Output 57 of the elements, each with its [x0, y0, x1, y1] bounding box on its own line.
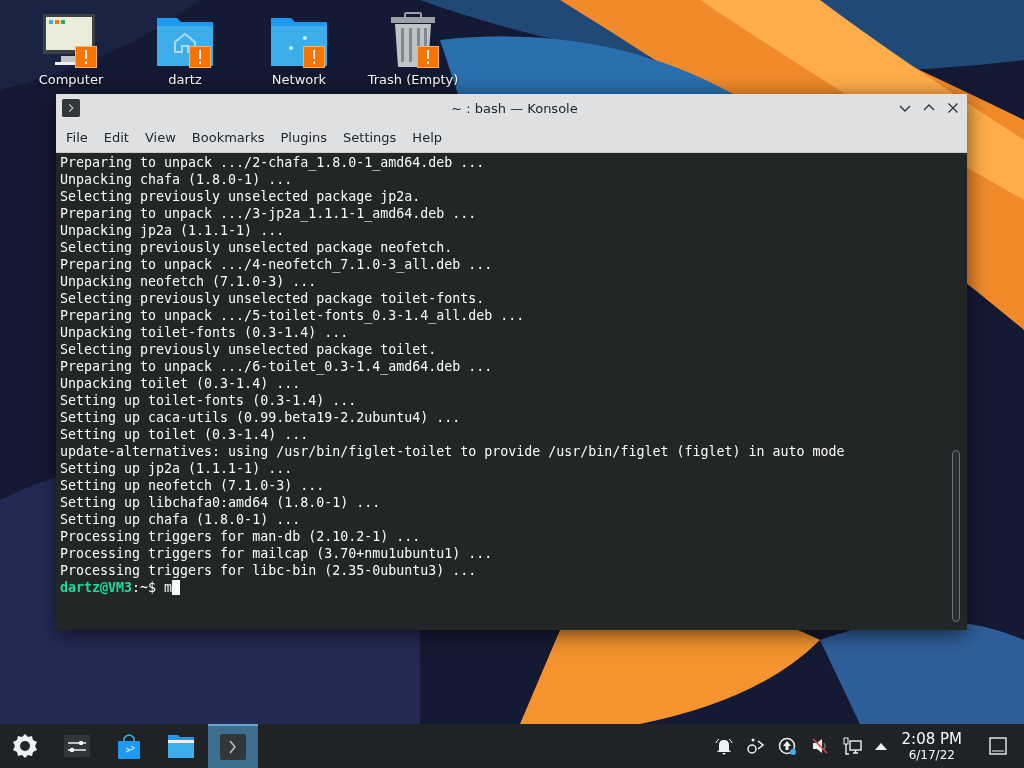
clock-time[interactable]: 2:08 PM [901, 730, 962, 748]
terminal-line: Selecting previously unselected package jp2a. [60, 188, 422, 205]
terminal-line: Setting up chafa (1.8.0-1) ... [60, 511, 302, 528]
terminal-line: Setting up toilet-fonts (0.3-1.4) ... [60, 392, 358, 409]
gear-icon [11, 732, 39, 760]
menu-item[interactable]: Settings [335, 125, 405, 149]
terminal-line: update-alternatives: using /usr/bin/figlet-toilet to provide /usr/bin/figlet (figlet) in auto mode [60, 443, 846, 460]
terminal-line: Unpacking toilet (0.3-1.4) ... [60, 375, 302, 392]
sliders-icon [63, 732, 91, 760]
terminal-line: Processing triggers for libc-bin (2.35-0ubuntu3) ... [60, 562, 478, 579]
terminal-line: Unpacking jp2a (1.1.1-1) ... [60, 222, 286, 239]
wired-network-icon[interactable] [841, 736, 862, 756]
terminal-app-icon [62, 99, 80, 117]
text-cursor [172, 580, 181, 595]
terminal-line: Preparing to unpack .../6-toilet_0.3-1.4_amd64.deb ... [60, 358, 494, 375]
prompt-path: :~$ [132, 580, 157, 595]
terminal-line: Setting up libchafa0:amd64 (1.8.0-1) ... [60, 494, 382, 511]
terminal-line: Setting up toilet (0.3-1.4) ... [60, 426, 310, 443]
terminal-line: Processing triggers for man-db (2.10.2-1) ... [60, 528, 422, 545]
terminal-line: Setting up neofetch (7.1.0-3) ... [60, 477, 326, 494]
prompt-user: dartz@VM3 [60, 580, 133, 595]
terminal-line: Unpacking neofetch (7.1.0-3) ... [60, 273, 318, 290]
expand-arrow-icon[interactable] [873, 741, 888, 751]
bell-icon[interactable] [713, 736, 734, 756]
terminal-line: Selecting previously unselected package toilet-fonts. [60, 290, 486, 307]
terminal-line: Setting up jp2a (1.1.1-1) ... [60, 460, 294, 477]
terminal-line: Setting up caca-utils (0.99.beta19-2.2ubuntu4) ... [60, 409, 462, 426]
clock-date[interactable]: 6/17/22 [908, 747, 955, 762]
desktop-icon-label[interactable]: Trash (Empty) [367, 72, 459, 87]
terminal-line: Preparing to unpack .../4-neofetch_7.1.0-3_all.deb ... [60, 256, 494, 273]
menu-item[interactable]: File [58, 125, 96, 149]
terminal-line: Unpacking toilet-fonts (0.3-1.4) ... [60, 324, 350, 341]
terminal-line: Selecting previously unselected package toilet. [60, 341, 438, 358]
speaker-muted-icon[interactable] [809, 736, 830, 756]
window-title: ~ : bash — Konsole [450, 100, 579, 116]
terminal-icon [219, 733, 247, 761]
scrollbar-thumb[interactable] [952, 450, 960, 622]
terminal-line: Unpacking chafa (1.8.0-1) ... [60, 171, 294, 188]
command-input[interactable]: m [164, 580, 173, 595]
menu-item[interactable]: View [136, 125, 184, 149]
terminal-line: Preparing to unpack .../3-jp2a_1.1.1-1_amd64.deb ... [60, 205, 478, 222]
update-icon[interactable] [777, 736, 798, 756]
folder-icon [167, 732, 195, 760]
terminal-line: Selecting previously unselected package neofetch. [60, 239, 454, 256]
share-icon[interactable] [745, 736, 766, 756]
show-desktop-icon[interactable] [988, 736, 1008, 756]
shopping-bag-icon [115, 732, 143, 760]
menu-item[interactable]: Help [404, 125, 450, 149]
desktop-icon-label[interactable]: Computer [38, 72, 104, 87]
desktop-icon-label[interactable]: dartz [168, 72, 202, 87]
terminal-line: Preparing to unpack .../5-toilet-fonts_0.3-1.4_all.deb ... [60, 307, 526, 324]
menu-item[interactable]: Bookmarks [183, 125, 273, 149]
menu-item[interactable]: Edit [95, 125, 137, 149]
menu-item[interactable]: Plugins [272, 125, 336, 149]
terminal-line: Processing triggers for mailcap (3.70+nmu1ubuntu1) ... [60, 545, 494, 562]
terminal-line: Preparing to unpack .../2-chafa_1.8.0-1_amd64.deb ... [60, 154, 486, 171]
desktop-icon-label[interactable]: Network [271, 72, 327, 87]
